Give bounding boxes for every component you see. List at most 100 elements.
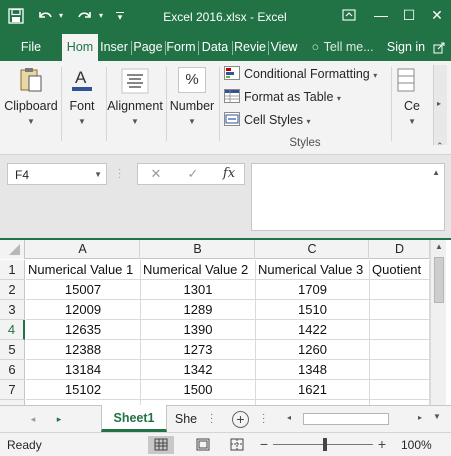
- save-icon[interactable]: [6, 6, 26, 26]
- collapse-ribbon-icon[interactable]: ⌃: [436, 141, 444, 152]
- insert-function-icon[interactable]: fx: [218, 166, 240, 182]
- alignment-group[interactable]: Alignment ▼: [106, 61, 164, 145]
- zoom-slider-thumb[interactable]: [323, 438, 327, 451]
- formula-bar-grip-icon[interactable]: · · ·: [118, 165, 122, 183]
- minimize-button[interactable]: —: [370, 4, 392, 26]
- table-cell[interactable]: 1301: [141, 280, 256, 300]
- close-button[interactable]: ✕: [426, 4, 448, 26]
- select-all-corner[interactable]: [0, 240, 25, 259]
- tell-me-search[interactable]: ○ Tell me...: [308, 34, 376, 61]
- table-cell[interactable]: 1289: [141, 300, 256, 320]
- hscroll-grip-icon[interactable]: · · ·: [262, 410, 265, 428]
- maximize-button[interactable]: ☐: [398, 4, 420, 26]
- scroll-sheets-right-icon[interactable]: ▸: [52, 412, 66, 426]
- tab-file[interactable]: File: [10, 34, 52, 61]
- scroll-sheets-left-icon[interactable]: ◂: [26, 412, 40, 426]
- redo-icon[interactable]: [74, 6, 96, 26]
- vertical-scroll-thumb[interactable]: [434, 257, 444, 303]
- vertical-scrollbar[interactable]: ▲: [430, 240, 446, 405]
- table-cell[interactable]: 12388: [26, 340, 141, 360]
- table-cell[interactable]: [370, 380, 430, 400]
- cancel-icon[interactable]: ✕: [145, 166, 167, 182]
- scroll-down-icon[interactable]: ▼: [433, 412, 441, 421]
- table-cell[interactable]: 1621: [256, 380, 370, 400]
- table-header-cell[interactable]: Quotient: [370, 260, 430, 280]
- row-header[interactable]: 3: [0, 300, 25, 320]
- name-box[interactable]: F4 ▼: [7, 163, 107, 185]
- table-cell[interactable]: 1500: [141, 380, 256, 400]
- enter-icon[interactable]: ✓: [182, 166, 204, 182]
- sheet-tab[interactable]: She: [167, 406, 205, 432]
- tab-scroll-grip-icon[interactable]: · · ·: [210, 410, 213, 428]
- row-header[interactable]: 6: [0, 360, 25, 380]
- table-cell[interactable]: 1273: [141, 340, 256, 360]
- font-group[interactable]: A Font ▼: [62, 61, 102, 145]
- horizontal-scroll-thumb[interactable]: [303, 413, 389, 425]
- page-break-view-button[interactable]: [224, 436, 250, 454]
- tab-formulas[interactable]: Form: [166, 34, 196, 61]
- table-cell[interactable]: 1709: [256, 280, 370, 300]
- undo-dropdown-icon[interactable]: ▾: [56, 6, 66, 26]
- table-cell[interactable]: [370, 300, 430, 320]
- row-header[interactable]: 7: [0, 380, 25, 400]
- scroll-left-icon[interactable]: ◂: [287, 413, 291, 422]
- table-cell[interactable]: 15102: [26, 380, 141, 400]
- scroll-right-icon[interactable]: ▸: [418, 413, 422, 422]
- tab-home[interactable]: Hom: [62, 34, 98, 62]
- zoom-out-button[interactable]: −: [258, 436, 270, 452]
- row-header[interactable]: 1: [0, 260, 25, 280]
- table-cell[interactable]: 1342: [141, 360, 256, 380]
- table-cell[interactable]: [370, 280, 430, 300]
- table-cell[interactable]: 1260: [256, 340, 370, 360]
- table-cell[interactable]: 12635: [26, 320, 141, 340]
- column-header-b[interactable]: B: [141, 240, 255, 259]
- ribbon-display-icon[interactable]: [338, 4, 360, 26]
- table-cell[interactable]: 1422: [256, 320, 370, 340]
- normal-view-button[interactable]: [148, 436, 174, 454]
- table-cell[interactable]: 12009: [26, 300, 141, 320]
- sheet-tab-active[interactable]: Sheet1: [101, 405, 167, 432]
- conditional-formatting-button[interactable]: Conditional Formatting ▾: [224, 64, 377, 84]
- table-cell[interactable]: [370, 360, 430, 380]
- table-cell[interactable]: 13184: [26, 360, 141, 380]
- tab-insert[interactable]: Inser: [98, 34, 130, 61]
- row-header-selected[interactable]: 4: [0, 320, 25, 340]
- ribbon-scroll-right[interactable]: ▸: [433, 65, 447, 145]
- collapse-formula-bar-icon[interactable]: ▲: [432, 168, 440, 177]
- undo-icon[interactable]: [34, 6, 56, 26]
- table-cell[interactable]: 1510: [256, 300, 370, 320]
- zoom-level[interactable]: 100%: [401, 438, 432, 452]
- table-header-cell[interactable]: Numerical Value 3: [256, 260, 370, 280]
- table-cell[interactable]: [370, 320, 430, 340]
- column-header-d[interactable]: D: [370, 240, 430, 259]
- table-header-cell[interactable]: Numerical Value 2: [141, 260, 256, 280]
- table-cell[interactable]: [370, 340, 430, 360]
- table-header-cell[interactable]: Numerical Value 1: [26, 260, 141, 280]
- zoom-in-button[interactable]: +: [376, 436, 388, 452]
- add-sheet-button[interactable]: +: [232, 411, 249, 428]
- column-header-a[interactable]: A: [26, 240, 140, 259]
- qat-customize-icon[interactable]: ▾: [113, 6, 127, 26]
- row-header[interactable]: 2: [0, 280, 25, 300]
- cells-group[interactable]: Ce ▼: [392, 61, 422, 145]
- row-header[interactable]: 5: [0, 340, 25, 360]
- formula-input[interactable]: ▲: [251, 163, 445, 231]
- tab-data[interactable]: Data: [199, 34, 231, 61]
- scroll-up-icon[interactable]: ▲: [431, 242, 447, 254]
- tab-page-layout[interactable]: Page: [132, 34, 164, 61]
- redo-dropdown-icon[interactable]: ▾: [96, 6, 106, 26]
- table-cell[interactable]: 1390: [141, 320, 256, 340]
- column-header-c[interactable]: C: [256, 240, 369, 259]
- table-cell[interactable]: 15007: [26, 280, 141, 300]
- cell-styles-button[interactable]: Cell Styles ▾: [224, 110, 311, 130]
- page-layout-view-button[interactable]: [190, 436, 216, 454]
- clipboard-group[interactable]: Clipboard ▼: [2, 61, 60, 145]
- tab-review[interactable]: Revie: [233, 34, 267, 61]
- number-group[interactable]: % Number ▼: [167, 61, 217, 145]
- table-cell[interactable]: 1348: [256, 360, 370, 380]
- format-as-table-button[interactable]: Format as Table ▾: [224, 87, 341, 107]
- share-icon[interactable]: [430, 34, 448, 61]
- horizontal-scrollbar[interactable]: ◂ ▸: [285, 412, 429, 426]
- sign-in-link[interactable]: Sign in: [384, 34, 428, 61]
- tab-view[interactable]: View: [269, 34, 299, 61]
